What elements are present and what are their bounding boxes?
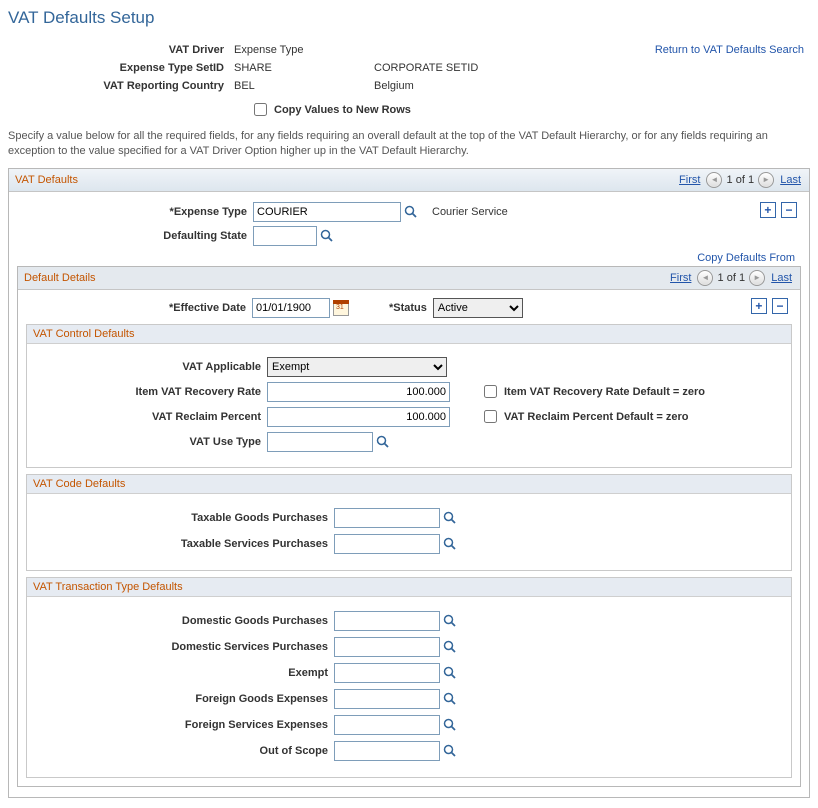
copy-values-label[interactable]: Copy Values to New Rows	[250, 100, 411, 119]
vat-defaults-nav: First ◄ 1 of 1 ► Last	[677, 172, 803, 188]
calendar-icon[interactable]	[333, 300, 349, 316]
dom-svc-input[interactable]	[334, 637, 440, 657]
for-svc-input[interactable]	[334, 715, 440, 735]
lookup-icon[interactable]	[376, 435, 390, 449]
expense-type-label: Expense Type	[17, 206, 253, 218]
country-label: VAT Reporting Country	[10, 78, 228, 94]
lookup-icon[interactable]	[443, 614, 457, 628]
tax-goods-input[interactable]	[334, 508, 440, 528]
nav-first[interactable]: First	[679, 174, 700, 186]
add-row-button[interactable]: +	[751, 298, 767, 314]
nav-pos: 1 of 1	[718, 272, 746, 284]
lookup-icon[interactable]	[443, 666, 457, 680]
expense-type-desc: Courier Service	[418, 206, 508, 218]
country-value: BEL	[230, 78, 368, 94]
nav-next-icon[interactable]: ►	[749, 270, 765, 286]
use-type-input[interactable]	[267, 432, 373, 452]
lookup-icon[interactable]	[443, 640, 457, 654]
delete-row-button[interactable]: −	[781, 202, 797, 218]
nav-next-icon[interactable]: ►	[758, 172, 774, 188]
copy-values-checkbox[interactable]	[254, 103, 267, 116]
reclaim-pct-label: VAT Reclaim Percent	[33, 411, 267, 423]
reclaim-def-zero-checkbox[interactable]	[484, 410, 497, 423]
vat-driver-value: Expense Type	[230, 42, 368, 58]
vat-txn-defaults-section: VAT Transaction Type Defaults Domestic G…	[26, 577, 792, 778]
tax-goods-label: Taxable Goods Purchases	[33, 512, 334, 524]
recovery-def-zero-checkbox[interactable]	[484, 385, 497, 398]
page-title: VAT Defaults Setup	[8, 8, 810, 28]
defaulting-state-label: Defaulting State	[17, 230, 253, 242]
setid-value: SHARE	[230, 60, 368, 76]
header-table: VAT Driver Expense Type Return to VAT De…	[8, 40, 810, 123]
oos-input[interactable]	[334, 741, 440, 761]
status-select[interactable]: Active	[433, 298, 523, 318]
vat-defaults-title: VAT Defaults	[15, 174, 78, 186]
dom-svc-label: Domestic Services Purchases	[33, 641, 334, 653]
dom-goods-label: Domestic Goods Purchases	[33, 615, 334, 627]
eff-date-input[interactable]	[252, 298, 330, 318]
vat-defaults-section: VAT Defaults First ◄ 1 of 1 ► Last + − E…	[8, 168, 810, 798]
vat-txn-defaults-title: VAT Transaction Type Defaults	[27, 578, 791, 597]
vat-code-defaults-title: VAT Code Defaults	[27, 475, 791, 494]
lookup-icon[interactable]	[443, 511, 457, 525]
for-svc-label: Foreign Services Expenses	[33, 719, 334, 731]
delete-row-button[interactable]: −	[772, 298, 788, 314]
lookup-icon[interactable]	[404, 205, 418, 219]
setid-label: Expense Type SetID	[10, 60, 228, 76]
nav-first[interactable]: First	[670, 272, 691, 284]
dom-goods-input[interactable]	[334, 611, 440, 631]
vat-control-defaults-section: VAT Control Defaults VAT Applicable Exem…	[26, 324, 792, 468]
status-label: *Status	[389, 302, 433, 314]
reclaim-pct-input[interactable]	[267, 407, 450, 427]
nav-prev-icon[interactable]: ◄	[706, 172, 722, 188]
lookup-icon[interactable]	[443, 744, 457, 758]
vat-driver-label: VAT Driver	[10, 42, 228, 58]
add-row-button[interactable]: +	[760, 202, 776, 218]
defaulting-state-input[interactable]	[253, 226, 317, 246]
instruction-text: Specify a value below for all the requir…	[8, 129, 810, 160]
nav-pos: 1 of 1	[727, 174, 755, 186]
lookup-icon[interactable]	[320, 229, 334, 243]
copy-defaults-from-link[interactable]: Copy Defaults From	[697, 252, 795, 264]
recovery-rate-input[interactable]	[267, 382, 450, 402]
default-details-toolbar: + −	[749, 298, 788, 314]
exempt-input[interactable]	[334, 663, 440, 683]
lookup-icon[interactable]	[443, 692, 457, 706]
eff-date-label: Effective Date	[26, 302, 252, 314]
for-goods-input[interactable]	[334, 689, 440, 709]
default-details-title: Default Details	[24, 272, 96, 284]
vat-applicable-label: VAT Applicable	[33, 361, 267, 373]
for-goods-label: Foreign Goods Expenses	[33, 693, 334, 705]
tax-svc-label: Taxable Services Purchases	[33, 538, 334, 550]
vat-applicable-select[interactable]: Exempt	[267, 357, 447, 377]
exempt-label: Exempt	[33, 667, 334, 679]
nav-last[interactable]: Last	[780, 174, 801, 186]
setid-desc: CORPORATE SETID	[370, 60, 538, 76]
tax-svc-input[interactable]	[334, 534, 440, 554]
nav-last[interactable]: Last	[771, 272, 792, 284]
default-details-section: Default Details First ◄ 1 of 1 ► Last + …	[17, 266, 801, 787]
reclaim-def-zero[interactable]: VAT Reclaim Percent Default = zero	[480, 407, 689, 426]
recovery-rate-label: Item VAT Recovery Rate	[33, 386, 267, 398]
use-type-label: VAT Use Type	[33, 436, 267, 448]
return-link[interactable]: Return to VAT Defaults Search	[655, 44, 804, 56]
expense-type-input[interactable]	[253, 202, 401, 222]
vat-defaults-toolbar: + −	[758, 202, 797, 218]
lookup-icon[interactable]	[443, 718, 457, 732]
nav-prev-icon[interactable]: ◄	[697, 270, 713, 286]
country-desc: Belgium	[370, 78, 538, 94]
oos-label: Out of Scope	[33, 745, 334, 757]
recovery-def-zero[interactable]: Item VAT Recovery Rate Default = zero	[480, 382, 705, 401]
lookup-icon[interactable]	[443, 537, 457, 551]
vat-control-defaults-title: VAT Control Defaults	[27, 325, 791, 344]
vat-code-defaults-section: VAT Code Defaults Taxable Goods Purchase…	[26, 474, 792, 571]
default-details-nav: First ◄ 1 of 1 ► Last	[668, 270, 794, 286]
